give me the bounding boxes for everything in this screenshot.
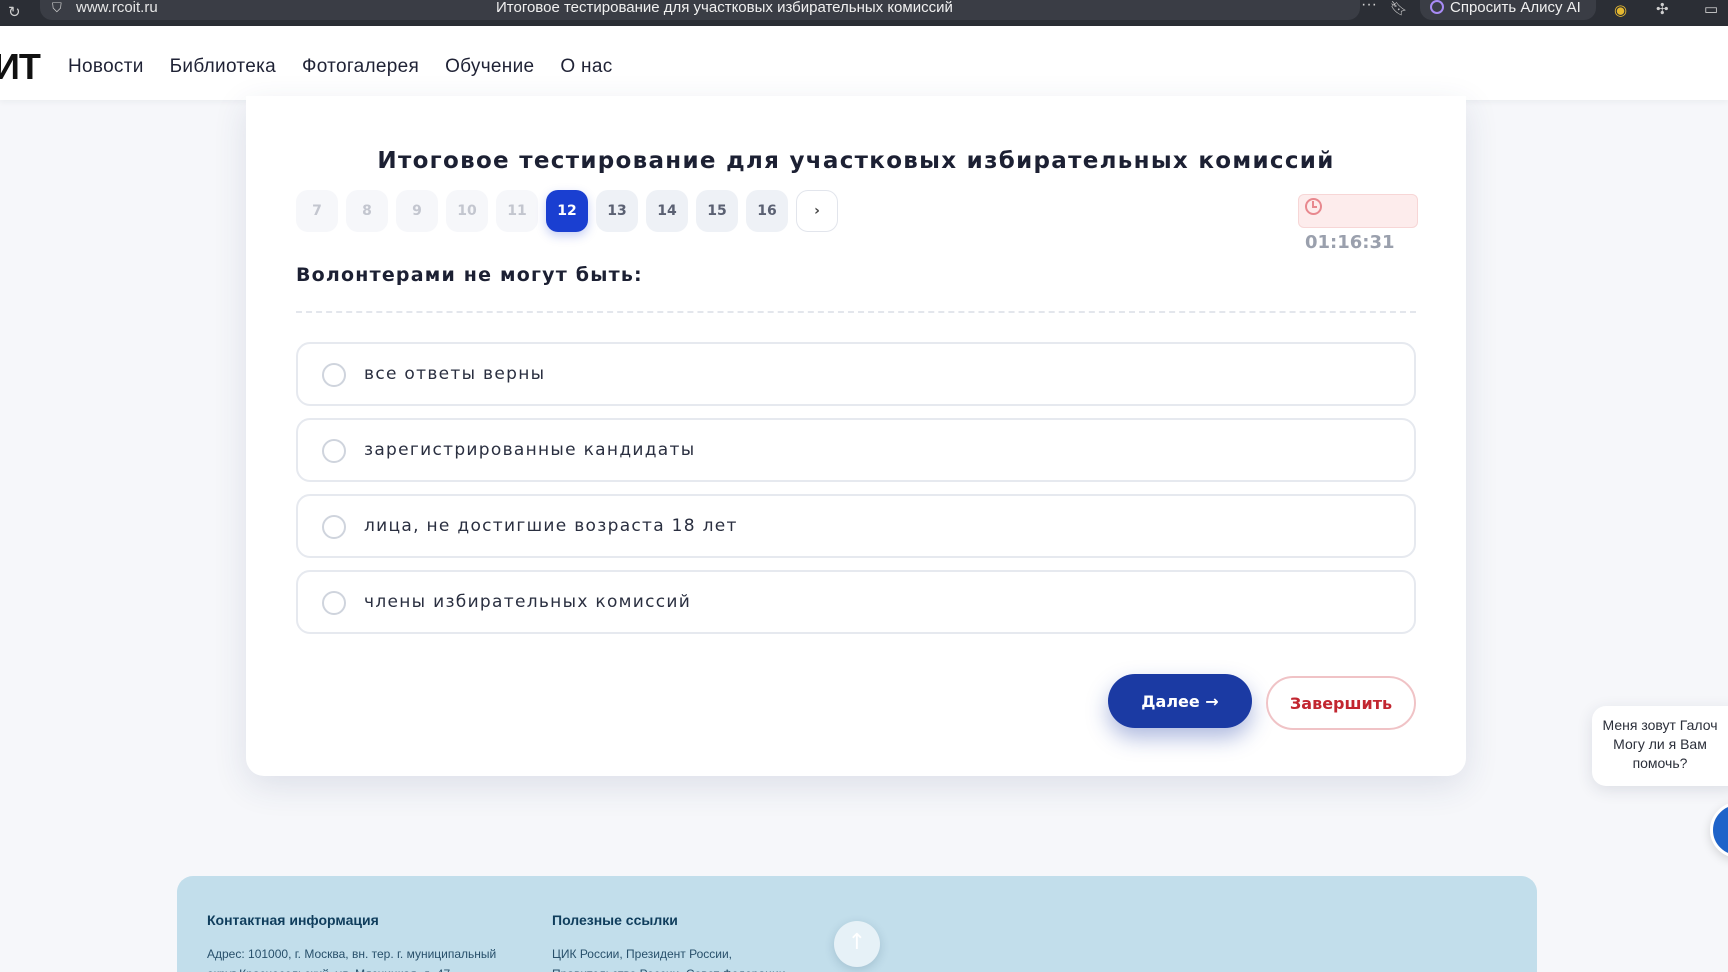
footer-links-title: Полезные ссылки (552, 912, 678, 928)
extension-icon[interactable]: ◉ (1614, 1, 1627, 19)
nav-item-photogallery[interactable]: Фотогалерея (302, 56, 419, 78)
page-button-10[interactable]: 10 (446, 190, 488, 232)
more-icon[interactable]: ··· (1361, 0, 1377, 14)
radio-button[interactable] (322, 363, 346, 387)
question-divider (296, 311, 1416, 313)
answer-option-label: все ответы верны (364, 364, 546, 384)
page-button-9[interactable]: 9 (396, 190, 438, 232)
reload-icon[interactable]: ↻ (8, 3, 21, 21)
footer-contacts-title: Контактная информация (207, 912, 379, 928)
scroll-to-top-button[interactable]: ↑ (834, 921, 880, 967)
chat-greeting-line: помочь? (1632, 755, 1688, 771)
chat-greeting-line: Могу ли я Вам (1613, 736, 1707, 752)
page-button-13[interactable]: 13 (596, 190, 638, 232)
answer-option-label: члены избирательных комиссий (364, 592, 692, 612)
page-button-15[interactable]: 15 (696, 190, 738, 232)
nav-item-library[interactable]: Библиотека (170, 56, 276, 78)
radio-button[interactable] (322, 591, 346, 615)
ask-alice-label: Спросить Алису AI (1450, 0, 1581, 16)
nav-item-news[interactable]: Новости (68, 56, 144, 78)
answer-option-label: зарегистрированные кандидаты (364, 440, 696, 460)
radio-button[interactable] (322, 515, 346, 539)
answer-option-3[interactable]: лица, не достигшие возраста 18 лет (296, 494, 1416, 558)
nav-item-about[interactable]: О нас (560, 56, 612, 78)
url-text: www.rcoit.ru (76, 0, 158, 16)
site-logo[interactable]: ИТ (0, 46, 41, 88)
next-button[interactable]: Далее → (1108, 674, 1252, 728)
question-text: Волонтерами не могут быть: (296, 264, 643, 286)
ask-alice-button[interactable]: Спросить Алису AI (1420, 0, 1596, 20)
page-button-14[interactable]: 14 (646, 190, 688, 232)
alice-icon (1430, 0, 1444, 14)
shield-icon: ⛉ (52, 0, 62, 15)
timer-value: 01:16:31 (1305, 232, 1395, 253)
pager-next-button[interactable]: › (796, 190, 838, 232)
answer-option-1[interactable]: все ответы верны (296, 342, 1416, 406)
sidebar-icon[interactable]: ▭ (1704, 0, 1718, 18)
page-button-16[interactable]: 16 (746, 190, 788, 232)
bookmark-icon[interactable]: 🔖︎ (1390, 0, 1408, 17)
footer-links-text[interactable]: ЦИК России, Президент России, Правительс… (552, 944, 792, 972)
quiz-card: Итоговое тестирование для участковых изб… (246, 96, 1466, 776)
answer-option-label: лица, не достигшие возраста 18 лет (364, 516, 738, 536)
page-button-8[interactable]: 8 (346, 190, 388, 232)
main-nav: Новости Библиотека Фотогалерея Обучение … (68, 56, 639, 78)
chat-assistant-avatar[interactable] (1710, 802, 1728, 858)
site-header: ИТ Новости Библиотека Фотогалерея Обучен… (0, 26, 1728, 100)
tab-title: Итоговое тестирование для участковых изб… (496, 0, 953, 16)
timer-badge: 01:16:31 (1298, 194, 1418, 253)
radio-button[interactable] (322, 439, 346, 463)
browser-toolbar: ↻ ⛉ www.rcoit.ru Итоговое тестирование д… (0, 0, 1728, 26)
quiz-title: Итоговое тестирование для участковых изб… (377, 148, 1335, 174)
clock-icon (1305, 198, 1322, 215)
nav-item-training[interactable]: Обучение (445, 56, 534, 78)
page-button-11[interactable]: 11 (496, 190, 538, 232)
chat-greeting-bubble[interactable]: Меня зовут Галоч Могу ли я Вам помочь? (1592, 706, 1728, 786)
answer-option-4[interactable]: члены избирательных комиссий (296, 570, 1416, 634)
puzzle-icon[interactable]: ✣ (1656, 0, 1669, 18)
answer-option-2[interactable]: зарегистрированные кандидаты (296, 418, 1416, 482)
page-button-7[interactable]: 7 (296, 190, 338, 232)
page-button-12-current[interactable]: 12 (546, 190, 588, 232)
chat-greeting-line: Меня зовут Галоч (1602, 717, 1718, 733)
footer-contacts-text: Адрес: 101000, г. Москва, вн. тер. г. му… (207, 947, 497, 972)
finish-button[interactable]: Завершить (1266, 676, 1416, 730)
